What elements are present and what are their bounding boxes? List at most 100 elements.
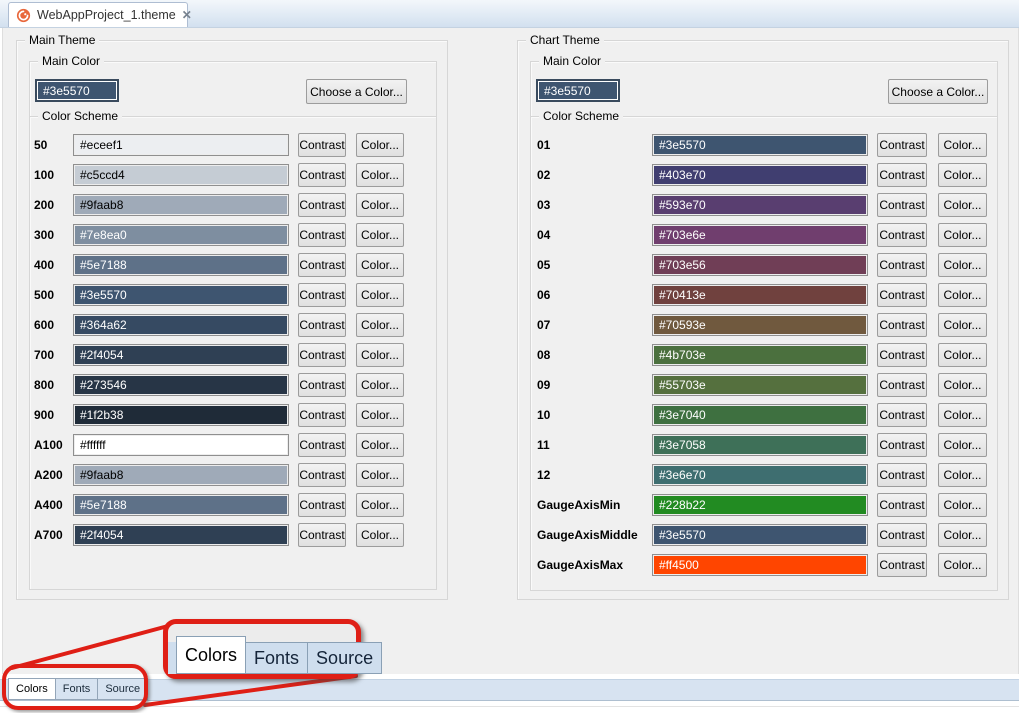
- color-picker-button[interactable]: Color...: [356, 283, 404, 307]
- color-picker-button[interactable]: Color...: [938, 253, 987, 277]
- color-picker-button[interactable]: Color...: [938, 463, 987, 487]
- contrast-button[interactable]: Contrast: [877, 373, 927, 397]
- color-hex-field[interactable]: [652, 314, 868, 336]
- editor-tab-webappproject-theme[interactable]: WebAppProject_1.theme ✕: [8, 2, 188, 27]
- contrast-button[interactable]: Contrast: [877, 523, 927, 547]
- color-hex-field[interactable]: [652, 434, 868, 456]
- contrast-button[interactable]: Contrast: [877, 343, 927, 367]
- color-picker-button[interactable]: Color...: [356, 433, 404, 457]
- contrast-button[interactable]: Contrast: [877, 193, 927, 217]
- main-color-hex-field[interactable]: [35, 79, 119, 102]
- contrast-button[interactable]: Contrast: [877, 133, 927, 157]
- color-hex-field[interactable]: [73, 404, 289, 426]
- color-hex-field[interactable]: [73, 284, 289, 306]
- color-hex-field[interactable]: [73, 314, 289, 336]
- color-hex-field[interactable]: [652, 524, 868, 546]
- chart-theme-group: Chart Theme Main Color Choose a Color...…: [517, 40, 1009, 600]
- contrast-button[interactable]: Contrast: [877, 313, 927, 337]
- color-hex-field[interactable]: [652, 284, 868, 306]
- color-hex-field[interactable]: [652, 344, 868, 366]
- color-hex-field[interactable]: [73, 374, 289, 396]
- contrast-button[interactable]: Contrast: [298, 403, 346, 427]
- color-picker-button[interactable]: Color...: [938, 283, 987, 307]
- color-picker-button[interactable]: Color...: [938, 553, 987, 577]
- contrast-button[interactable]: Contrast: [877, 283, 927, 307]
- color-hex-field[interactable]: [652, 464, 868, 486]
- tab-source[interactable]: Source: [98, 678, 148, 700]
- color-picker-button[interactable]: Color...: [938, 493, 987, 517]
- color-hex-field[interactable]: [73, 434, 289, 456]
- contrast-button[interactable]: Contrast: [877, 553, 927, 577]
- color-picker-button[interactable]: Color...: [356, 193, 404, 217]
- color-picker-button[interactable]: Color...: [356, 403, 404, 427]
- color-picker-button[interactable]: Color...: [938, 373, 987, 397]
- contrast-button[interactable]: Contrast: [298, 463, 346, 487]
- color-picker-button[interactable]: Color...: [938, 523, 987, 547]
- contrast-button[interactable]: Contrast: [298, 193, 346, 217]
- tab-fonts[interactable]: Fonts: [56, 678, 99, 700]
- contrast-button[interactable]: Contrast: [877, 433, 927, 457]
- contrast-button[interactable]: Contrast: [298, 523, 346, 547]
- contrast-button[interactable]: Contrast: [877, 463, 927, 487]
- contrast-button[interactable]: Contrast: [877, 223, 927, 247]
- color-scheme-group: Color Scheme 50ContrastColor...100Contra…: [29, 116, 437, 590]
- contrast-button[interactable]: Contrast: [877, 253, 927, 277]
- tab-colors[interactable]: Colors: [8, 678, 56, 700]
- color-picker-button[interactable]: Color...: [356, 253, 404, 277]
- color-hex-field[interactable]: [73, 344, 289, 366]
- color-hex-field[interactable]: [652, 404, 868, 426]
- contrast-button[interactable]: Contrast: [298, 373, 346, 397]
- color-hex-field[interactable]: [652, 554, 868, 576]
- color-hex-field[interactable]: [652, 254, 868, 276]
- color-hex-field[interactable]: [652, 224, 868, 246]
- contrast-button[interactable]: Contrast: [877, 403, 927, 427]
- color-picker-button[interactable]: Color...: [356, 373, 404, 397]
- color-hex-field[interactable]: [652, 134, 868, 156]
- color-picker-button[interactable]: Color...: [938, 193, 987, 217]
- color-picker-button[interactable]: Color...: [938, 403, 987, 427]
- contrast-button[interactable]: Contrast: [298, 223, 346, 247]
- color-picker-button[interactable]: Color...: [356, 463, 404, 487]
- contrast-button[interactable]: Contrast: [877, 163, 927, 187]
- color-picker-button[interactable]: Color...: [938, 433, 987, 457]
- scheme-key-label: A100: [34, 438, 71, 452]
- contrast-button[interactable]: Contrast: [298, 253, 346, 277]
- color-hex-field[interactable]: [73, 524, 289, 546]
- contrast-button[interactable]: Contrast: [298, 283, 346, 307]
- color-picker-button[interactable]: Color...: [356, 223, 404, 247]
- color-hex-field[interactable]: [652, 194, 868, 216]
- color-hex-field[interactable]: [73, 254, 289, 276]
- color-hex-field[interactable]: [73, 164, 289, 186]
- color-picker-button[interactable]: Color...: [356, 343, 404, 367]
- contrast-button[interactable]: Contrast: [298, 163, 346, 187]
- color-picker-button[interactable]: Color...: [938, 313, 987, 337]
- color-picker-button[interactable]: Color...: [356, 163, 404, 187]
- color-picker-button[interactable]: Color...: [938, 133, 987, 157]
- color-picker-button[interactable]: Color...: [938, 223, 987, 247]
- color-hex-field[interactable]: [73, 464, 289, 486]
- main-color-hex-field[interactable]: [536, 79, 620, 102]
- color-picker-button[interactable]: Color...: [938, 343, 987, 367]
- color-picker-button[interactable]: Color...: [356, 523, 404, 547]
- contrast-button[interactable]: Contrast: [298, 433, 346, 457]
- choose-color-button[interactable]: Choose a Color...: [306, 79, 407, 104]
- color-picker-button[interactable]: Color...: [356, 133, 404, 157]
- choose-color-button[interactable]: Choose a Color...: [888, 79, 988, 104]
- contrast-button[interactable]: Contrast: [298, 343, 346, 367]
- contrast-button[interactable]: Contrast: [877, 493, 927, 517]
- color-picker-button[interactable]: Color...: [356, 313, 404, 337]
- close-icon[interactable]: ✕: [182, 9, 192, 21]
- color-picker-button[interactable]: Color...: [938, 163, 987, 187]
- color-picker-button[interactable]: Color...: [356, 493, 404, 517]
- color-hex-field[interactable]: [73, 224, 289, 246]
- color-hex-field[interactable]: [73, 134, 289, 156]
- color-hex-field[interactable]: [652, 164, 868, 186]
- color-hex-field[interactable]: [652, 494, 868, 516]
- color-hex-field[interactable]: [73, 194, 289, 216]
- page-tabs: Colors Fonts Source: [8, 678, 148, 700]
- color-hex-field[interactable]: [73, 494, 289, 516]
- contrast-button[interactable]: Contrast: [298, 133, 346, 157]
- color-hex-field[interactable]: [652, 374, 868, 396]
- contrast-button[interactable]: Contrast: [298, 313, 346, 337]
- contrast-button[interactable]: Contrast: [298, 493, 346, 517]
